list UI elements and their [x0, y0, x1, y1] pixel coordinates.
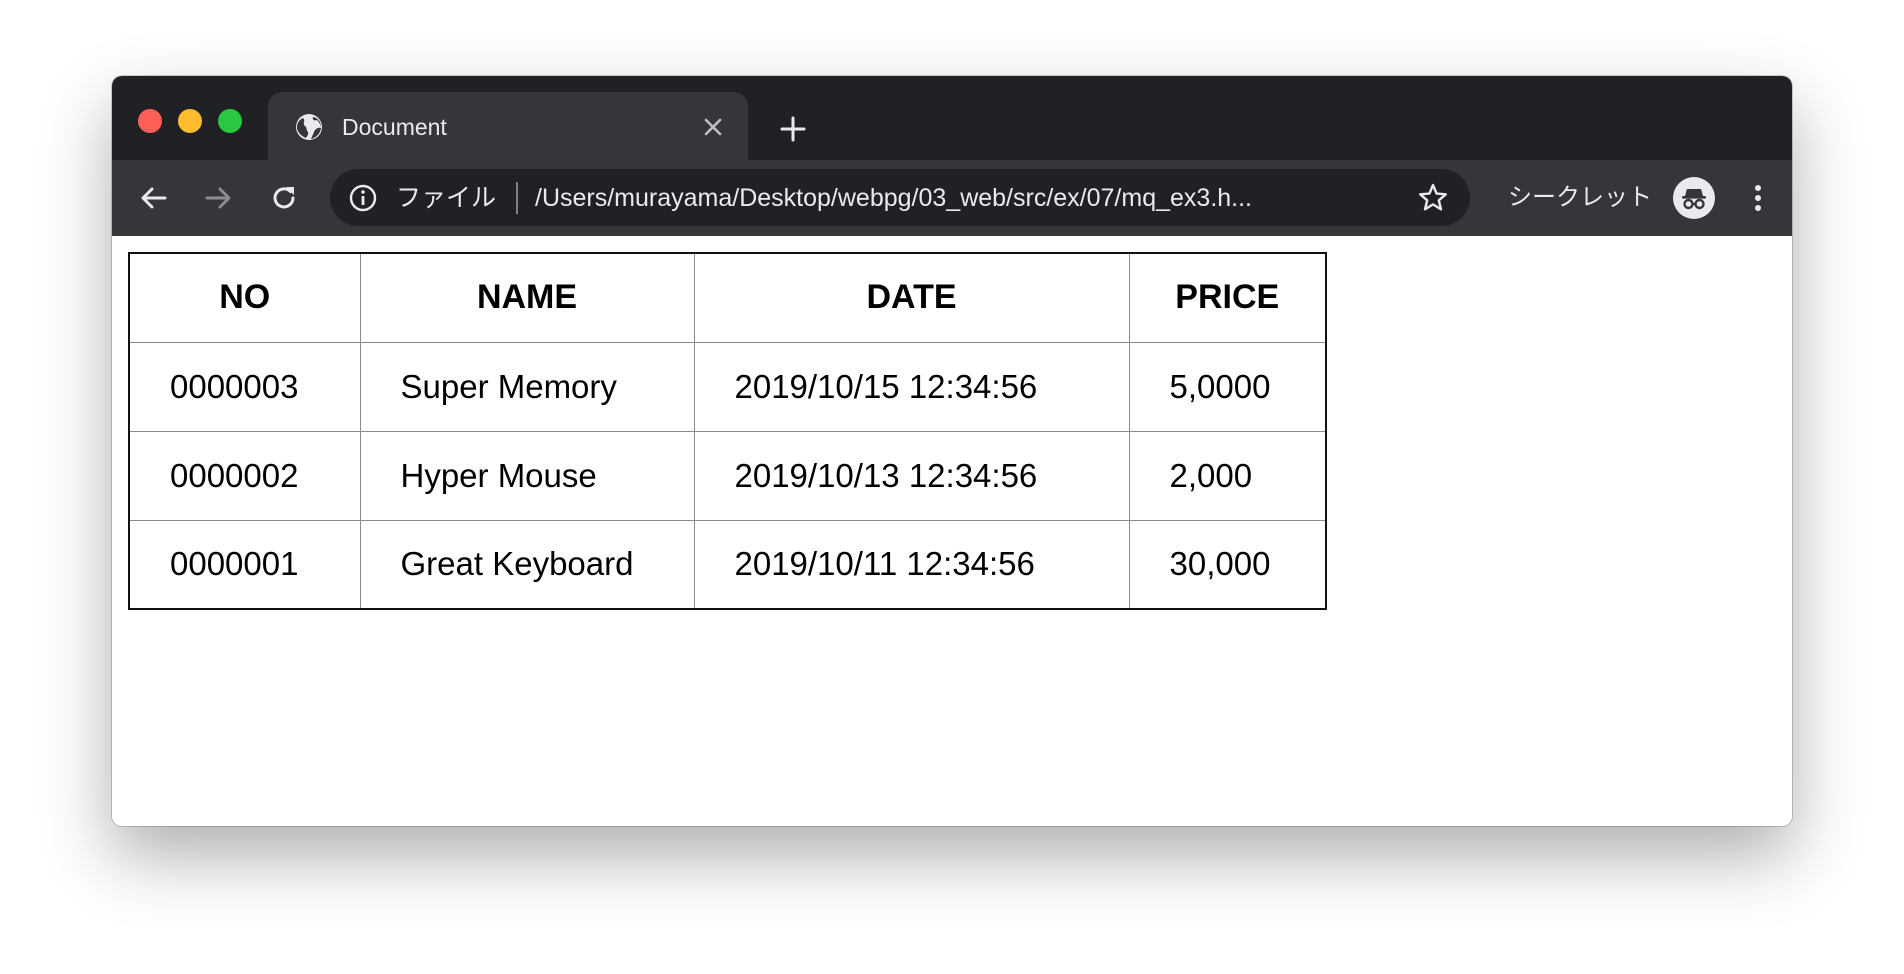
table-row: 0000001 Great Keyboard 2019/10/11 12:34:… — [128, 519, 1327, 610]
browser-toolbar: ファイル /Users/murayama/Desktop/webpg/03_we… — [112, 160, 1792, 236]
tab-title: Document — [342, 114, 447, 140]
cell-name: Super Memory — [359, 341, 695, 432]
table-header-row: NO NAME DATE PRICE — [128, 252, 1327, 343]
cell-no: 0000002 — [128, 430, 361, 521]
cell-name: Great Keyboard — [359, 519, 695, 610]
page-content: NO NAME DATE PRICE 0000003 Super Memory … — [112, 236, 1792, 826]
reload-icon[interactable] — [264, 178, 304, 218]
data-table: NO NAME DATE PRICE 0000003 Super Memory … — [128, 252, 1327, 610]
close-window-button[interactable] — [138, 109, 162, 133]
cell-date: 2019/10/13 12:34:56 — [693, 430, 1130, 521]
incognito-label: シークレット — [1508, 184, 1652, 211]
file-scheme-label: ファイル — [396, 184, 497, 212]
kebab-menu-icon[interactable] — [1740, 178, 1776, 218]
address-bar[interactable]: ファイル /Users/murayama/Desktop/webpg/03_we… — [330, 169, 1470, 226]
incognito-icon[interactable] — [1673, 177, 1715, 219]
cell-date: 2019/10/15 12:34:56 — [693, 341, 1130, 432]
table-row: 0000002 Hyper Mouse 2019/10/13 12:34:56 … — [128, 430, 1327, 521]
header-name: NAME — [359, 252, 695, 343]
omnibox-divider — [516, 182, 518, 214]
table-row: 0000003 Super Memory 2019/10/15 12:34:56… — [128, 341, 1327, 432]
cell-no: 0000001 — [128, 519, 361, 610]
header-date: DATE — [693, 252, 1130, 343]
cell-no: 0000003 — [128, 341, 361, 432]
close-icon[interactable] — [696, 110, 730, 144]
tab-strip: Document — [112, 76, 1792, 160]
header-price: PRICE — [1128, 252, 1327, 343]
cell-price: 30,000 — [1128, 519, 1327, 610]
header-no: NO — [128, 252, 361, 343]
cell-date: 2019/10/11 12:34:56 — [693, 519, 1130, 610]
cell-price: 2,000 — [1128, 430, 1327, 521]
plus-icon[interactable] — [774, 110, 812, 148]
cell-name: Hyper Mouse — [359, 430, 695, 521]
globe-icon — [294, 112, 324, 142]
zoom-window-button[interactable] — [218, 109, 242, 133]
arrow-left-icon[interactable] — [134, 178, 174, 218]
browser-window: Document ファイル /Users/murayama/Desktop/we… — [112, 76, 1792, 826]
arrow-right-icon[interactable] — [198, 178, 238, 218]
info-icon[interactable] — [348, 183, 378, 213]
tab-document[interactable]: Document — [268, 92, 748, 160]
minimize-window-button[interactable] — [178, 109, 202, 133]
cell-price: 5,0000 — [1128, 341, 1327, 432]
star-icon[interactable] — [1416, 181, 1450, 215]
url-text[interactable]: /Users/murayama/Desktop/webpg/03_web/src… — [535, 181, 1252, 215]
